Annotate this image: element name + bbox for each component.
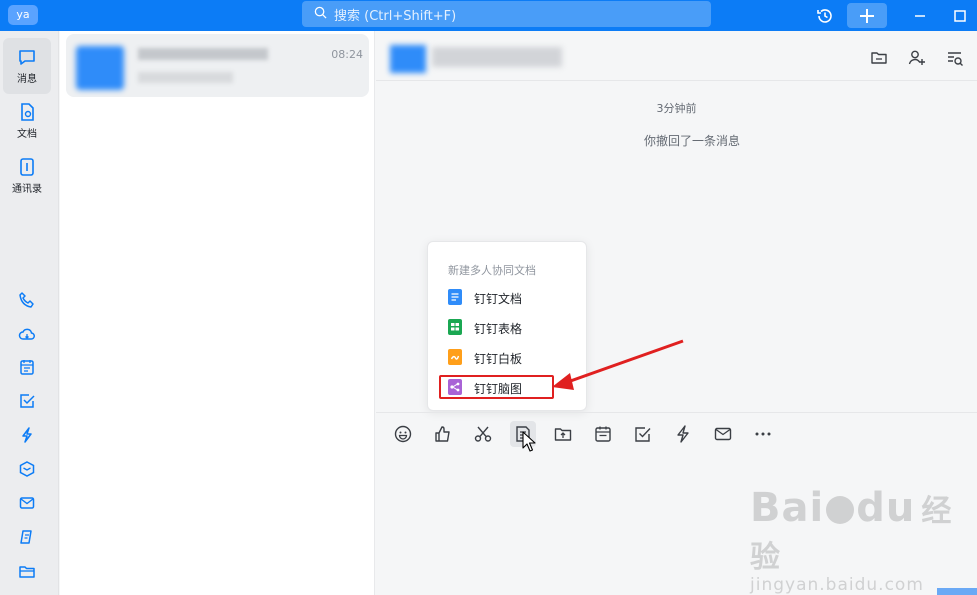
menu-item-label: 钉钉白板 [474,351,523,366]
title-bar: ya 搜索 (Ctrl+Shift+F) [0,0,977,31]
whiteboard-file-icon [448,348,462,368]
sheet-file-icon [448,318,462,338]
conversation-item[interactable]: 08:24 [66,34,369,97]
workbench-icon[interactable] [16,458,38,480]
baidu-watermark: Bai du 经验 jingyan.baidu.com [750,485,977,595]
nav-label-contacts: 通讯录 [12,184,42,195]
nav-label-messages: 消息 [17,74,37,85]
menu-item-dingtalk-sheet[interactable]: 钉钉表格 [448,317,522,339]
nav-item-contacts[interactable]: 通讯录 [3,148,51,204]
thumbs-up-icon [435,426,450,442]
ding-icon [677,425,689,443]
system-timestamp: 3分钟前 [656,102,697,115]
search-history-icon[interactable] [944,47,966,69]
history-icon [817,8,832,23]
history-button[interactable] [810,3,840,28]
scissors-icon [474,426,492,442]
ding-icon[interactable] [16,424,38,446]
watermark-logo-mid: du [856,485,916,531]
left-nav: 消息 文档 通讯录 [0,31,59,595]
thumbs-up-button[interactable] [430,421,456,447]
maximize-icon [954,9,966,22]
minimize-button[interactable] [905,3,935,28]
task-icon [635,427,651,442]
doc-icon [21,103,34,121]
search-box[interactable]: 搜索 (Ctrl+Shift+F) [302,1,711,27]
cloud-icon[interactable] [16,323,38,345]
calendar-button[interactable] [590,421,616,447]
search-placeholder: 搜索 (Ctrl+Shift+F) [334,8,457,24]
menu-item-label: 钉钉表格 [474,321,523,336]
nav-label-docs: 文档 [17,129,37,140]
mail-icon [714,427,732,441]
create-button[interactable] [847,3,887,28]
upload-file-button[interactable] [550,421,576,447]
task-button[interactable] [630,421,656,447]
todo-icon[interactable] [16,390,38,412]
add-member-icon[interactable] [906,47,928,69]
mouse-cursor [522,431,536,452]
plus-icon [860,8,874,23]
calendar-icon[interactable] [16,356,38,378]
chat-title-redacted [432,47,562,67]
emoji-button[interactable] [390,421,416,447]
menu-item-dingtalk-doc[interactable]: 钉钉文档 [448,287,522,309]
chat-header [376,31,977,81]
nav-item-messages[interactable]: 消息 [3,38,51,94]
mail-icon[interactable] [16,492,38,514]
drive-icon[interactable] [16,526,38,548]
system-recall-notice: 你撤回了一条消息 [643,134,740,148]
more-icon [755,432,771,436]
doc-file-icon [448,288,462,308]
corner-button-partial[interactable] [937,588,977,595]
search-icon [314,6,327,23]
more-button[interactable] [750,421,776,447]
chat-bubble-icon [19,50,35,65]
avatar [76,46,124,90]
phone-icon[interactable] [16,289,38,311]
conversation-time: 08:24 [331,48,363,61]
nav-item-docs[interactable]: 文档 [3,93,51,149]
watermark-logo: Bai [750,485,825,531]
ding-button[interactable] [670,421,696,447]
folder-icon[interactable] [16,560,38,582]
composer-divider [376,412,977,413]
menu-item-label: 钉钉文档 [474,291,523,306]
upload-file-icon [554,428,572,441]
calendar-icon [595,426,611,442]
conversation-name-redacted [138,48,268,60]
maximize-button[interactable] [945,3,975,28]
popup-title: 新建多人协同文档 [448,264,536,277]
minimize-icon [915,14,925,17]
contacts-icon [20,158,34,176]
mail-button[interactable] [710,421,736,447]
emoji-icon [394,425,412,443]
annotation-arrow [552,339,684,390]
menu-item-dingtalk-whiteboard[interactable]: 钉钉白板 [448,347,522,369]
conversation-preview-redacted [138,72,233,83]
app-logo[interactable]: ya [8,5,38,25]
chat-avatar[interactable] [390,45,426,73]
screenshot-button[interactable] [470,421,496,447]
folder-icon[interactable] [868,47,890,69]
annotation-highlight-box [439,375,554,399]
conversation-list: 08:24 [60,31,375,595]
